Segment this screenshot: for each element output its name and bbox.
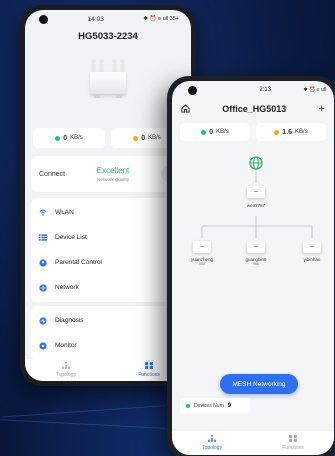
page-header: Office_HG5013 + [172,99,334,117]
function-menu: WLAN Device List Parental Control Networ… [31,198,185,302]
menu-item-label: Diagnosis [55,317,84,324]
network-quality-value: Excellent [96,166,130,175]
upload-speed-unit: KB/s [148,135,161,141]
phone-topology: 2:13 ✱ ⏰ ≡ ull Office_HG5013 + 0 KB/s 1.… [167,76,335,456]
topology-icon [208,435,216,444]
tools-menu: Diagnosis Monitor [31,306,185,360]
router-image [82,58,134,106]
download-speed-unit: KB/s [216,129,229,135]
main-router-node[interactable] [247,186,265,198]
menu-item-label: Parental Control [55,259,102,266]
network-quality-label: Network Quality [97,177,129,182]
upload-dot-icon [274,129,280,135]
network-topology: wen7787 yuanzheng 985 guangbin9 986 yibi… [172,141,334,371]
list-icon [39,234,47,242]
topology-icon [62,362,70,371]
tab-label: Topology [56,372,77,378]
connect-label: Connect [39,170,66,178]
status-icons: ✱ ⏰ ≡ ull 35+ [143,16,179,22]
add-icon[interactable]: + [319,103,325,115]
tab-label: Functions [282,445,304,451]
download-speed-unit: KB/s [70,135,83,141]
menu-item-label: Device List [55,234,87,241]
page-title: HG5033-2234 [78,31,138,42]
main-router-name: wen7787 [246,203,266,208]
mesh-node-label: yibinhao [292,257,332,262]
download-dot-icon [55,135,61,141]
menu-item-label: Monitor [55,342,77,349]
topology-lines [201,171,313,238]
devices-count: 9 [227,403,232,409]
devices-count-card[interactable]: Devices Num 9 [180,398,250,414]
mesh-node-sub: 985 [199,262,205,266]
functions-icon [145,362,153,371]
upload-dot-icon [133,135,139,141]
mesh-node-name: yibinhao [303,257,321,262]
download-speed-value: 0 [63,134,68,142]
network-icon [39,283,47,292]
wifi-icon [39,209,47,217]
tab-label: Functions [138,372,160,378]
mesh-node-label: yuanzheng 985 [182,257,222,266]
menu-item-wlan[interactable]: WLAN [31,200,185,225]
status-bar: 2:13 ✱ ⏰ ≡ ull [172,81,334,99]
phone2-screen: 2:13 ✱ ⏰ ≡ ull Office_HG5013 + 0 KB/s 1.… [172,81,334,455]
camera-hole [188,85,197,95]
speed-row: 0 KB/s 1.6 KB/s [172,123,334,141]
connect-card[interactable]: Connect Excellent Network Quality [31,156,185,192]
status-time: 14:03 [87,15,104,23]
menu-item-network[interactable]: Network [31,275,185,300]
internet-globe-icon [249,156,263,170]
tab-topology[interactable]: Topology [202,435,222,451]
parental-icon [39,258,47,267]
page-title: Office_HG5013 [222,104,287,114]
mesh-node[interactable] [303,241,321,253]
menu-item-parental-control[interactable]: Parental Control [31,250,185,275]
download-dot-icon [201,129,207,135]
tab-topology[interactable]: Topology [56,362,76,378]
tab-functions[interactable]: Functions [138,362,160,378]
status-dot-icon [186,404,190,408]
functions-icon [289,435,297,444]
mesh-node-sub: 986 [253,262,259,266]
devices-label: Devices Num [194,403,224,409]
tab-label: Topology [202,445,223,451]
camera-hole [39,14,48,24]
menu-item-diagnosis[interactable]: Diagnosis [31,308,185,333]
upload-speed-value: 1.6 [282,128,293,136]
download-speed-card: 0 KB/s [180,123,250,141]
menu-item-label: Network [55,284,79,291]
menu-item-device-list[interactable]: Device List [31,225,185,250]
upload-speed-unit: KB/s [295,129,308,135]
upload-speed-value: 0 [141,134,146,142]
status-time: 2:13 [259,87,272,93]
status-bar: 14:03 ✱ ⏰ ≡ ull 35+ [25,10,191,28]
mesh-networking-button[interactable]: MESH Networking [220,374,298,394]
status-icons: ✱ ⏰ ≡ ull [303,87,326,93]
menu-item-label: WLAN [55,209,74,216]
bottom-tab-bar: Topology Functions [172,431,334,455]
mesh-node[interactable] [193,241,211,253]
download-speed-value: 0 [209,128,214,136]
monitor-icon [39,341,47,350]
mesh-node-label: guangbin9 986 [236,257,276,266]
upload-speed-card: 1.6 KB/s [256,123,326,141]
mesh-node[interactable] [247,241,265,253]
tab-functions[interactable]: Functions [282,435,304,451]
diagnosis-icon [39,316,47,325]
menu-item-monitor[interactable]: Monitor [31,333,185,358]
home-icon[interactable] [181,100,190,118]
download-speed-card: 0 KB/s [33,128,105,148]
